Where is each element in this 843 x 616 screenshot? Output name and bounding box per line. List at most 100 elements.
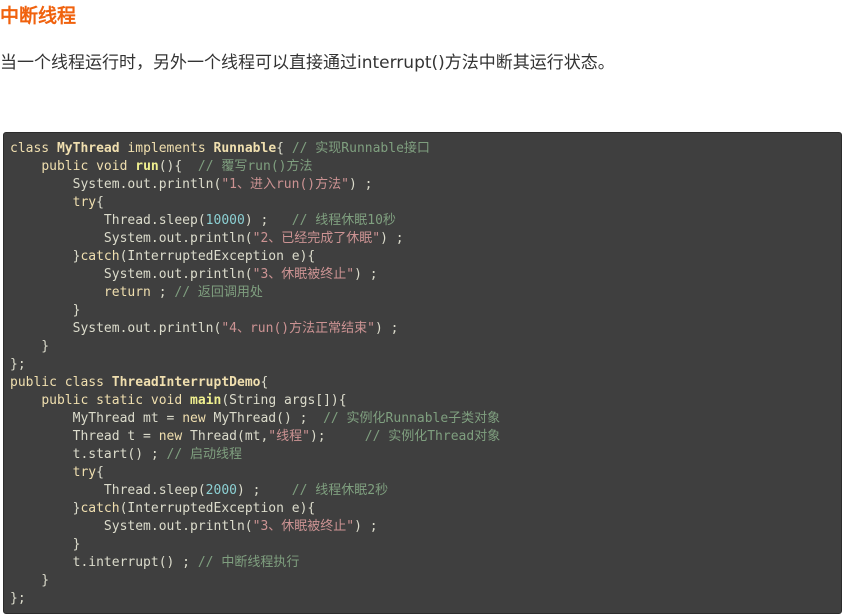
code-text: } xyxy=(10,249,81,264)
code-text: (){ xyxy=(158,159,198,174)
code-string: "4、run()方法正常结束" xyxy=(221,321,375,336)
code-line: public class ThreadInterruptDemo{ xyxy=(10,374,500,392)
code-comment: // 实现Runnable接口 xyxy=(291,141,430,156)
code-text: ) ; xyxy=(354,267,378,282)
code-string: "3、休眠被终止" xyxy=(252,519,355,534)
code-line: System.out.println("1、进入run()方法") ; xyxy=(10,176,500,194)
code-type-name: Runnable xyxy=(213,141,277,156)
code-keyword: public xyxy=(10,375,57,390)
code-string: "1、进入run()方法" xyxy=(221,177,349,192)
code-type-name: MyThread xyxy=(56,141,120,156)
code-method-name: run xyxy=(135,159,159,174)
code-text: ) ; xyxy=(244,213,292,228)
code-text: } xyxy=(10,339,50,354)
code-number: 2000 xyxy=(205,483,237,498)
code-line: public static void main(String args[]){ xyxy=(10,392,500,410)
code-text: } xyxy=(10,303,81,318)
code-keyword: catch xyxy=(80,249,120,264)
code-line: try{ xyxy=(10,464,500,482)
code-text: } xyxy=(10,537,81,552)
code-keyword: try xyxy=(72,195,97,210)
code-text: }; xyxy=(10,591,26,606)
code-line: System.out.println("2、已经完成了休眠") ; xyxy=(10,230,500,248)
code-string: "3、休眠被终止" xyxy=(252,267,355,282)
code-text: { xyxy=(276,141,292,156)
code-line: Thread.sleep(2000) ; // 线程休眠2秒 xyxy=(10,482,500,500)
code-line: }catch(InterruptedException e){ xyxy=(10,500,500,518)
code-keyword: class xyxy=(10,141,50,156)
code-line: MyThread mt = new MyThread() ; // 实例化Run… xyxy=(10,410,501,428)
code-line: public void run(){ // 覆写run()方法 xyxy=(10,158,500,176)
code-text: } xyxy=(10,501,81,516)
code-line: System.out.println("4、run()方法正常结束") ; xyxy=(10,320,500,338)
code-comment: // 实例化Thread对象 xyxy=(364,429,501,444)
code-keyword: try xyxy=(72,465,97,480)
code-line: }; xyxy=(10,356,500,374)
code-comment: // 实例化Runnable子类对象 xyxy=(323,411,501,426)
code-line: t.interrupt() ; // 中断线程执行 xyxy=(10,554,500,572)
code-text: ) ; xyxy=(374,321,399,336)
code-text: (InterruptedException e){ xyxy=(119,249,316,264)
code-line: t.start() ; // 启动线程 xyxy=(10,446,500,464)
code-text: Thread.sleep( xyxy=(10,213,206,228)
code-listing: class MyThread implements Runnable{ // 实… xyxy=(10,140,500,608)
intro-paragraph: 当一个线程运行时，另外一个线程可以直接通过interrupt()方法中断其运行状… xyxy=(0,53,615,73)
code-keyword: new xyxy=(158,429,183,444)
code-line: class MyThread implements Runnable{ // 实… xyxy=(10,140,500,158)
code-comment: // 启动线程 xyxy=(166,447,243,462)
code-keyword: public xyxy=(41,159,89,174)
code-text: (InterruptedException e){ xyxy=(119,501,316,516)
code-line: Thread t = new Thread(mt,"线程"); // 实例化Th… xyxy=(10,428,501,446)
code-keyword: catch xyxy=(80,501,120,516)
code-text: Thread.sleep( xyxy=(10,483,206,498)
code-line: } xyxy=(10,302,500,320)
code-line: try{ xyxy=(10,194,500,212)
code-text: { xyxy=(96,195,104,210)
code-text: ; xyxy=(150,285,175,300)
code-text: Thread(mt, xyxy=(182,429,269,444)
code-line: }; xyxy=(10,590,500,608)
code-line: System.out.println("3、休眠被终止") ; xyxy=(10,518,500,536)
code-comment: // 返回调用处 xyxy=(174,285,263,300)
code-text: ); xyxy=(309,429,365,444)
code-keyword: new xyxy=(182,411,206,426)
code-line: } xyxy=(10,536,500,554)
code-text: }; xyxy=(10,357,26,372)
code-string: "线程" xyxy=(268,429,310,444)
code-keyword: void xyxy=(96,159,128,174)
code-keyword: void xyxy=(150,393,183,408)
code-text: MyThread mt = xyxy=(10,411,183,426)
code-text: { xyxy=(96,465,104,480)
code-text: System.out.println( xyxy=(10,519,253,534)
code-text: System.out.println( xyxy=(10,267,253,282)
code-text: Thread t = xyxy=(10,429,159,444)
code-text: MyThread() ; xyxy=(205,411,324,426)
code-text: ) ; xyxy=(236,483,292,498)
code-text: } xyxy=(10,573,50,588)
code-text: ) ; xyxy=(348,177,373,192)
code-keyword: static xyxy=(96,393,144,408)
code-number: 10000 xyxy=(205,213,245,228)
code-line: System.out.println("3、休眠被终止") ; xyxy=(10,266,500,284)
code-text: t.start() ; xyxy=(10,447,167,462)
code-keyword: return xyxy=(103,285,151,300)
code-comment: // 覆写run()方法 xyxy=(197,159,313,174)
code-comment: // 中断线程执行 xyxy=(197,555,300,570)
code-text: System.out.println( xyxy=(10,231,253,246)
code-line: }catch(InterruptedException e){ xyxy=(10,248,500,266)
page-title: 中断线程 xyxy=(0,5,77,27)
code-text: ) ; xyxy=(380,231,404,246)
